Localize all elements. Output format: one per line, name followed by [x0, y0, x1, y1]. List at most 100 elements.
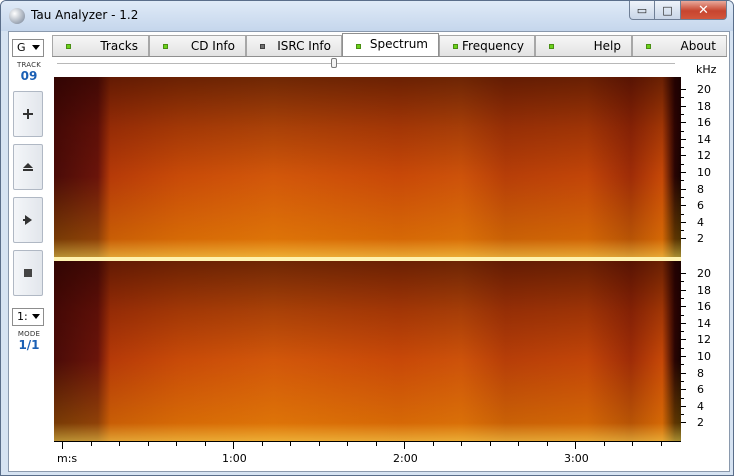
- zoom-slider-track[interactable]: [57, 63, 675, 64]
- y-axis-tick-label: 4: [697, 399, 704, 413]
- y-axis-tick: [681, 356, 686, 357]
- x-axis-tick: [233, 442, 234, 449]
- y-axis-minor-tick: [681, 347, 684, 349]
- x-axis-tick: [375, 442, 377, 446]
- x-axis: m:s 1:00 2:00 3:00: [54, 441, 681, 469]
- y-axis-minor-tick: [681, 113, 684, 115]
- y-axis-tick: [681, 306, 686, 308]
- play-button[interactable]: [13, 197, 43, 243]
- y-axis-minor-tick: [681, 196, 684, 198]
- tab-divider: [52, 56, 727, 57]
- x-axis-tick: [489, 442, 491, 446]
- y-axis-minor-tick: [681, 331, 684, 333]
- y-axis-tick: [681, 188, 686, 190]
- mode-select-value: 1:: [17, 310, 28, 323]
- x-axis-tick: [461, 442, 462, 446]
- x-axis-tick: [90, 442, 92, 446]
- y-axis-tick: [681, 322, 686, 324]
- status-indicator-icon: [549, 44, 554, 49]
- x-axis-tick: [404, 442, 405, 449]
- y-axis-tick: [681, 372, 686, 374]
- stop-button[interactable]: [13, 250, 43, 296]
- window-title: Tau Analyzer - 1.2: [31, 8, 139, 22]
- y-axis-tick-label: 18: [697, 99, 711, 113]
- status-indicator-icon: [260, 44, 265, 49]
- y-axis-tick: [681, 238, 686, 240]
- tab-frequency[interactable]: Frequency: [439, 35, 535, 56]
- y-axis-minor-tick: [681, 414, 684, 416]
- chevron-down-icon: [32, 314, 40, 319]
- status-indicator-icon: [163, 44, 168, 49]
- y-axis-minor-tick: [681, 213, 684, 215]
- y-axis-tick: [681, 273, 686, 274]
- y-axis-minor-tick: [681, 130, 684, 132]
- tab-bar: Tracks CD Info ISRC Info Spectrum Freque…: [52, 33, 727, 56]
- plus-icon: [23, 109, 33, 119]
- eject-button[interactable]: [13, 144, 43, 190]
- track-number: 09: [20, 69, 38, 83]
- y-axis-tick-label: 16: [697, 116, 711, 130]
- y-axis-tick: [681, 221, 686, 223]
- x-axis-tick: [575, 442, 576, 449]
- eject-icon: [23, 163, 33, 171]
- app-window: Tau Analyzer - 1.2 ▭ □ ✕ G TRACK 09 1: M…: [0, 0, 734, 476]
- x-axis-tick: [660, 442, 662, 446]
- spectrogram-right-channel: [54, 261, 681, 441]
- y-axis-tick: [681, 155, 686, 157]
- y-axis-tick-label: 10: [697, 350, 711, 363]
- y-axis-tick-label: 6: [697, 199, 704, 213]
- y-axis-tick-label: 12: [697, 149, 711, 163]
- left-panel: G TRACK 09 1: MODE 1/1: [9, 32, 49, 471]
- x-axis-tick-label: 1:00: [222, 452, 247, 465]
- x-axis-tick: [347, 442, 348, 446]
- tab-about[interactable]: About: [632, 35, 727, 56]
- tab-label: About: [680, 39, 716, 53]
- track-label: TRACK: [17, 61, 41, 69]
- mode-select[interactable]: 1:: [12, 308, 44, 326]
- spectrogram-left-channel: [54, 77, 681, 257]
- tab-spectrum[interactable]: Spectrum: [342, 33, 439, 56]
- stop-icon: [24, 269, 32, 277]
- x-axis-tick: [261, 442, 263, 446]
- x-axis-tick: [432, 442, 434, 446]
- tab-label: Tracks: [100, 39, 138, 53]
- drive-select-value: G: [17, 41, 26, 54]
- x-axis-tick: [147, 442, 149, 446]
- minimize-icon: ▭: [636, 3, 648, 17]
- y-axis-tick: [681, 405, 686, 407]
- y-axis-minor-tick: [681, 364, 684, 366]
- y-axis-tick: [681, 339, 686, 341]
- x-axis-tick: [518, 442, 519, 446]
- y-axis-top: 20 18 16 14 12 10 8 6 4 2: [681, 77, 727, 257]
- y-axis-tick-label: 2: [697, 232, 704, 246]
- close-button[interactable]: ✕: [681, 1, 727, 20]
- y-axis-minor-tick: [681, 163, 684, 165]
- y-axis-minor-tick: [681, 314, 684, 316]
- play-icon: [23, 215, 32, 225]
- y-axis-minor-tick: [681, 397, 684, 399]
- y-axis-tick-label: 8: [697, 366, 704, 380]
- y-axis-minor-tick: [681, 230, 684, 232]
- y-axis-tick-label: 20: [697, 83, 711, 96]
- tab-isrc-info[interactable]: ISRC Info: [246, 35, 342, 56]
- x-axis-unit: m:s: [57, 452, 78, 465]
- tab-cd-info[interactable]: CD Info: [149, 35, 246, 56]
- y-axis-tick: [681, 389, 686, 391]
- tab-help[interactable]: Help: [535, 35, 632, 56]
- maximize-button[interactable]: □: [655, 1, 681, 20]
- drive-select[interactable]: G: [12, 39, 44, 57]
- x-axis-tick: [318, 442, 320, 446]
- y-axis-tick-label: 6: [697, 383, 704, 397]
- app-icon: [9, 8, 25, 24]
- x-axis-tick-label: 3:00: [564, 452, 589, 465]
- status-indicator-icon: [356, 44, 361, 49]
- x-axis-tick: [632, 442, 633, 446]
- zoom-slider-thumb[interactable]: [331, 58, 337, 68]
- tab-tracks[interactable]: Tracks: [52, 35, 149, 56]
- x-axis-tick: [603, 442, 605, 446]
- y-axis-minor-tick: [681, 147, 684, 149]
- status-indicator-icon: [646, 44, 651, 49]
- y-axis-tick: [681, 105, 686, 107]
- minimize-button[interactable]: ▭: [629, 1, 655, 20]
- next-track-button[interactable]: [13, 91, 43, 137]
